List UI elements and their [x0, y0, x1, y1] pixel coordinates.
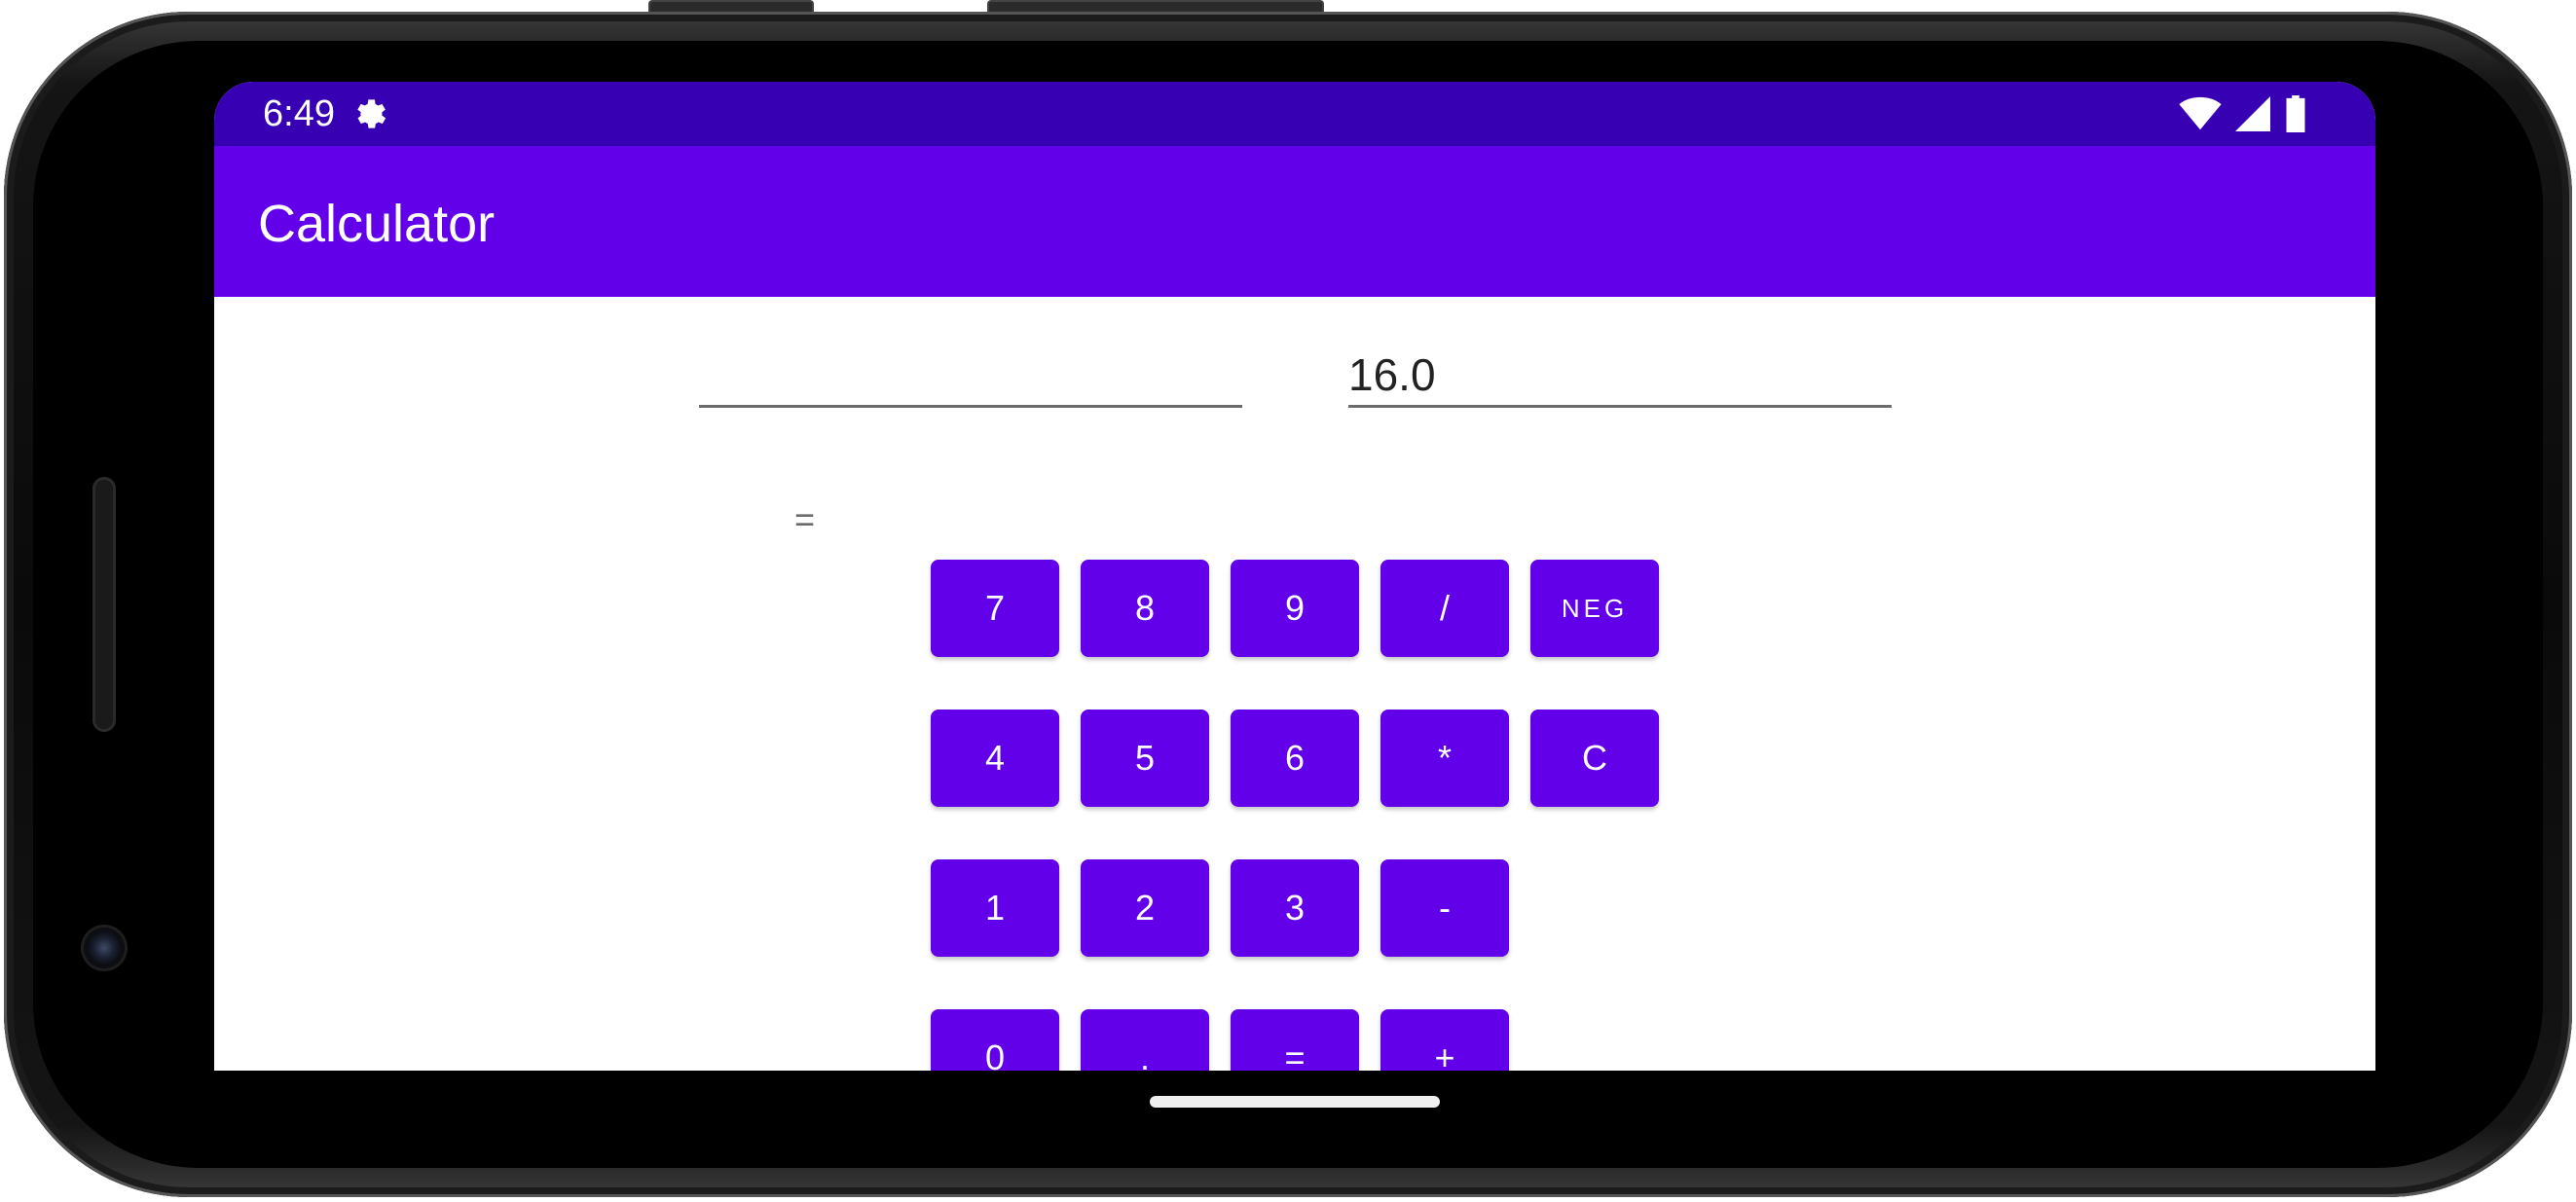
result-field[interactable]: 16.0 [1348, 346, 1892, 408]
calculator-content: 16.0 = 7 8 9 / NEG 4 5 6 * C 1 2 3 - 0 .… [214, 297, 2375, 1071]
signal-icon [2235, 96, 2270, 131]
status-icons [2179, 94, 2307, 133]
key-clear[interactable]: C [1530, 710, 1659, 807]
key-2[interactable]: 2 [1081, 859, 1209, 957]
key-equals[interactable]: = [1231, 1009, 1359, 1071]
app-screen: 6:49 Calculator 16.0 = 7 8 9 / NEG 4 5 6… [214, 82, 2375, 1071]
key-5[interactable]: 5 [1081, 710, 1209, 807]
key-decimal[interactable]: . [1081, 1009, 1209, 1071]
device-screenshot: 6:49 Calculator 16.0 = 7 8 9 / NEG 4 5 6… [0, 0, 2576, 1202]
key-0[interactable]: 0 [931, 1009, 1059, 1071]
key-7[interactable]: 7 [931, 560, 1059, 657]
operator-label: = [794, 499, 816, 539]
earpiece-speaker [92, 477, 116, 732]
first-operand-field[interactable] [699, 346, 1242, 408]
status-bar: 6:49 [214, 82, 2375, 146]
key-4[interactable]: 4 [931, 710, 1059, 807]
key-add[interactable]: + [1380, 1009, 1509, 1071]
home-indicator[interactable] [1150, 1096, 1440, 1108]
key-divide[interactable]: / [1380, 560, 1509, 657]
wifi-icon [2179, 96, 2222, 130]
battery-icon [2286, 95, 2305, 132]
app-bar: Calculator [214, 146, 2375, 297]
key-6[interactable]: 6 [1231, 710, 1359, 807]
key-1[interactable]: 1 [931, 859, 1059, 957]
app-title: Calculator [258, 195, 496, 253]
settings-icon [357, 99, 386, 128]
key-3[interactable]: 3 [1231, 859, 1359, 957]
key-multiply[interactable]: * [1380, 710, 1509, 807]
key-8[interactable]: 8 [1081, 560, 1209, 657]
key-negate[interactable]: NEG [1530, 560, 1659, 657]
front-camera-icon [84, 928, 125, 968]
key-subtract[interactable]: - [1380, 859, 1509, 957]
status-time: 6:49 [263, 93, 335, 134]
key-9[interactable]: 9 [1231, 560, 1359, 657]
